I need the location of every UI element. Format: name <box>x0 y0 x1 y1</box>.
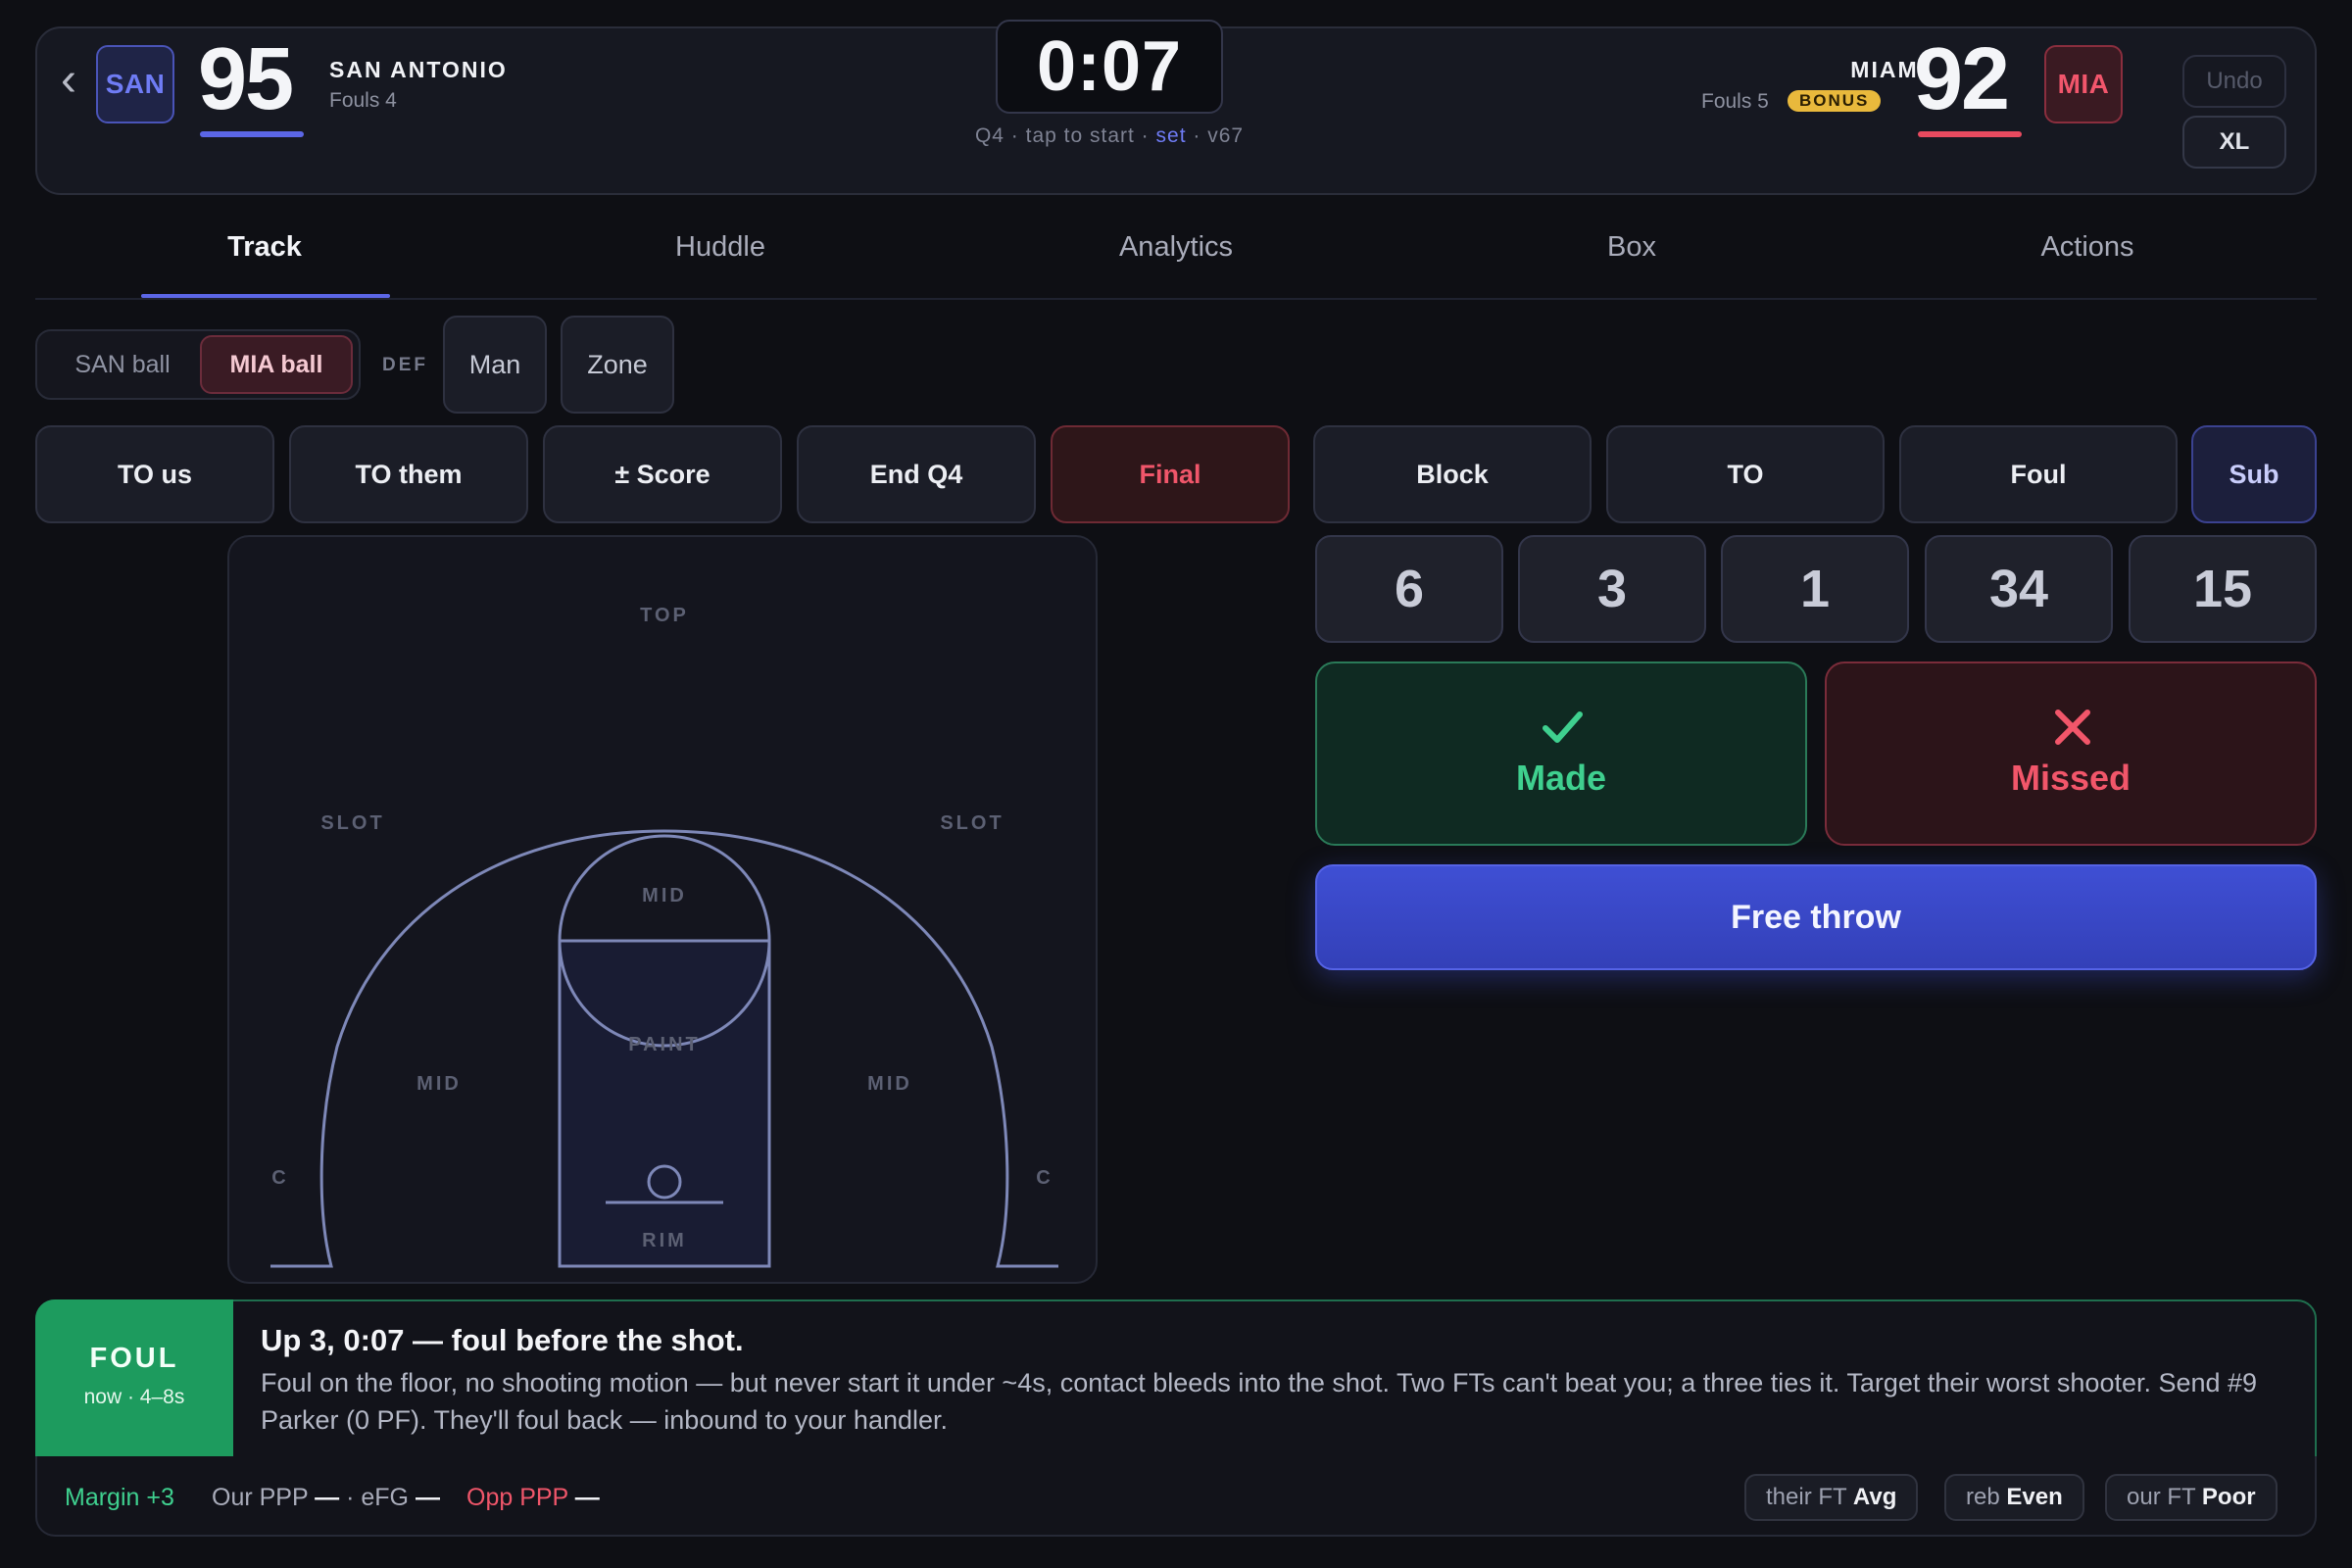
chip-label: our FT <box>2127 1484 2196 1510</box>
home-score-underline <box>200 131 304 137</box>
away-team-badge: MIA <box>2044 45 2123 123</box>
foul-button[interactable]: Foul <box>1899 425 2178 523</box>
zone-rim[interactable]: RIM <box>642 1230 687 1251</box>
margin-stat: Margin +3 <box>65 1484 174 1511</box>
efg-value: — <box>415 1484 440 1511</box>
chip-value: Avg <box>1852 1484 1897 1510</box>
our-ppp-label: Our PPP <box>212 1484 309 1511</box>
block-button[interactable]: Block <box>1313 425 1592 523</box>
their-ft-chip: their FT Avg <box>1744 1474 1919 1521</box>
player-number-button[interactable]: 1 <box>1721 535 1909 643</box>
away-score-underline <box>1918 131 2022 137</box>
player-number-button[interactable]: 15 <box>2129 535 2317 643</box>
san-ball-button[interactable]: SAN ball <box>47 335 198 394</box>
zone-slot-right[interactable]: SLOT <box>940 812 1004 834</box>
adjust-score-button[interactable]: ± Score <box>543 425 782 523</box>
advice-tag-timing: now · 4–8s <box>83 1386 185 1408</box>
undo-button[interactable]: Undo <box>2182 55 2286 108</box>
our-ppp-value: — <box>315 1484 340 1511</box>
tab-box[interactable]: Box <box>1485 231 1779 264</box>
court-diagram[interactable]: TOP SLOT SLOT MID PAINT MID MID C C RIM <box>229 537 1098 1284</box>
made-label: Made <box>1515 758 1607 798</box>
efg-label: eFG <box>361 1484 409 1511</box>
chip-label: their FT <box>1766 1484 1847 1510</box>
period-label: Q4 <box>974 124 1004 147</box>
zone-paint[interactable]: PAINT <box>628 1034 701 1055</box>
zone-corner-right[interactable]: C <box>1036 1167 1053 1189</box>
rebound-chip: reb Even <box>1944 1474 2084 1521</box>
advice-title: Up 3, 0:07 — foul before the shot. <box>261 1323 744 1357</box>
opp-ppp-label: Opp PPP <box>466 1484 568 1511</box>
missed-shot-button[interactable]: Missed <box>1825 662 2317 846</box>
player-number-button[interactable]: 34 <box>1925 535 2113 643</box>
free-throw-button[interactable]: Free throw <box>1315 864 2317 970</box>
made-shot-button[interactable]: Made <box>1315 662 1807 846</box>
active-tab-indicator <box>141 294 390 298</box>
our-ft-chip: our FT Poor <box>2105 1474 2278 1521</box>
player-number-button[interactable]: 3 <box>1518 535 1706 643</box>
turnover-button[interactable]: TO <box>1606 425 1885 523</box>
zone-top[interactable]: TOP <box>640 605 689 626</box>
chip-label: reb <box>1966 1484 2000 1510</box>
opp-ppp-stat: Opp PPP — <box>466 1484 600 1512</box>
our-efficiency-stat: Our PPP — · eFG — <box>212 1484 440 1511</box>
home-team-badge: SAN <box>96 45 174 123</box>
final-button[interactable]: Final <box>1051 425 1290 523</box>
tab-analytics[interactable]: Analytics <box>1029 231 1323 264</box>
clock-set-link[interactable]: set <box>1156 124 1187 147</box>
zone-mid-left[interactable]: MID <box>416 1073 462 1095</box>
tab-track[interactable]: Track <box>118 231 412 264</box>
clock-status: Q4 · tap to start · set · v67 <box>974 124 1245 147</box>
bonus-badge: BONUS <box>1788 90 1882 112</box>
man-defense-button[interactable]: Man <box>443 316 547 414</box>
home-team-fouls: Fouls 4 <box>329 89 397 112</box>
home-score[interactable]: 95 <box>198 35 294 123</box>
close-icon <box>2055 710 2090 745</box>
advice-tag: FOUL now · 4–8s <box>35 1299 233 1458</box>
away-score[interactable]: 92 <box>1914 35 2010 123</box>
chevron-left-icon[interactable]: ‹ <box>39 51 98 110</box>
advice-tag-label: FOUL <box>89 1343 179 1374</box>
player-number-button[interactable]: 6 <box>1315 535 1503 643</box>
away-team-fouls: Fouls 5 <box>1701 90 1769 113</box>
defense-label: DEF <box>382 355 428 375</box>
version-label: v67 <box>1207 124 1245 147</box>
shot-court[interactable]: TOP SLOT SLOT MID PAINT MID MID C C RIM <box>227 535 1098 1284</box>
missed-label: Missed <box>2010 758 2132 798</box>
timeout-us-button[interactable]: TO us <box>35 425 274 523</box>
chip-value: Even <box>2006 1484 2063 1510</box>
size-toggle-button[interactable]: XL <box>2182 116 2286 169</box>
advice-body: Foul on the floor, no shooting motion — … <box>261 1368 2258 1435</box>
zone-corner-left[interactable]: C <box>271 1167 288 1189</box>
zone-mid-right[interactable]: MID <box>867 1073 912 1095</box>
paint-area[interactable] <box>558 939 771 1268</box>
mia-ball-button[interactable]: MIA ball <box>200 335 353 394</box>
tab-actions[interactable]: Actions <box>1940 231 2234 264</box>
end-quarter-button[interactable]: End Q4 <box>797 425 1036 523</box>
away-team-name: MIAMI <box>1850 57 1927 82</box>
tab-divider <box>35 298 2317 300</box>
tab-huddle[interactable]: Huddle <box>573 231 867 264</box>
check-icon <box>1543 711 1583 743</box>
substitution-button[interactable]: Sub <box>2191 425 2317 523</box>
opp-ppp-value: — <box>574 1484 600 1511</box>
zone-defense-button[interactable]: Zone <box>561 316 674 414</box>
chip-value: Poor <box>2201 1484 2256 1510</box>
game-clock[interactable]: 0:07 <box>996 20 1223 114</box>
zone-mid-top[interactable]: MID <box>642 885 687 906</box>
home-team-name: SAN ANTONIO <box>329 57 508 82</box>
clock-hint: tap to start <box>1025 124 1135 147</box>
timeout-them-button[interactable]: TO them <box>289 425 528 523</box>
zone-slot-left[interactable]: SLOT <box>320 812 384 834</box>
